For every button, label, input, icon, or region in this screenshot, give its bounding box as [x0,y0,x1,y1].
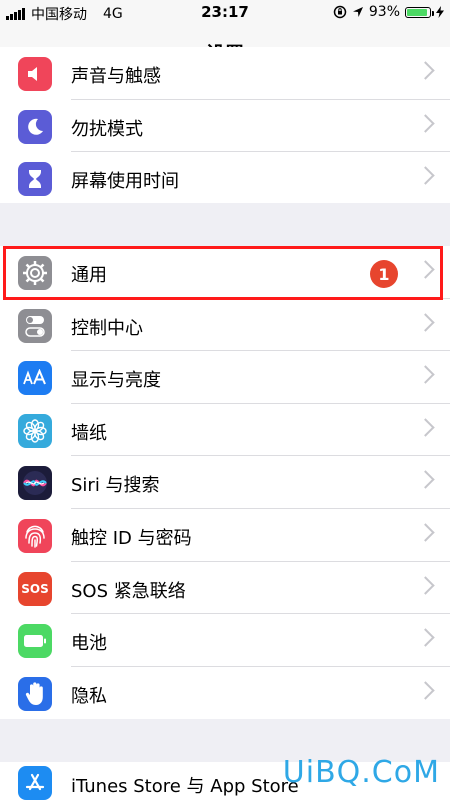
location-icon [352,7,363,17]
chevron-right-icon [416,260,435,279]
hourglass-icon [18,162,52,197]
sound-icon [18,57,52,91]
settings-row-display[interactable]: 显示与亮度 [0,351,450,404]
settings-row-label: 屏幕使用时间 [71,171,179,193]
battery-percent: 93% [368,4,400,20]
settings-row-sounds[interactable]: 声音与触感 [0,47,450,100]
toggle-icon [18,308,52,343]
settings-row-label: Siri 与搜索 [71,475,160,497]
settings-row-do-not-disturb[interactable]: 勿扰模式 [0,100,450,153]
fingerprint-icon [18,518,52,553]
sos-icon: SOS [18,571,52,606]
settings-row-touch-id[interactable]: 触控 ID 与密码 [0,509,450,562]
moon-icon [18,109,52,144]
siri-icon [18,466,52,501]
chevron-right-icon [416,470,435,490]
gear-icon [18,256,52,290]
settings-row-siri[interactable]: Siri 与搜索 [0,456,450,509]
text-size-icon [18,361,52,396]
chevron-right-icon [416,418,435,437]
chevron-right-icon [416,166,435,185]
flower-icon [18,413,52,448]
notification-badge: 1 [370,260,398,288]
settings-row-emergency-sos[interactable]: SOS SOS 紧急联络 [0,562,450,615]
settings-row-label: 触控 ID 与密码 [71,527,192,549]
charging-icon [436,6,444,18]
chevron-right-icon [416,113,435,133]
settings-row-screen-time[interactable]: 屏幕使用时间 [0,152,450,203]
hand-icon [18,676,52,711]
settings-row-label: 通用 [71,265,107,286]
settings-group-1: 声音与触感 勿扰模式 屏幕使用时间 [0,47,450,203]
chevron-right-icon [416,312,435,332]
battery-icon [405,6,434,18]
chevron-right-icon [416,575,435,595]
settings-row-label: 控制中心 [71,317,143,339]
status-right: 93% [333,4,444,20]
settings-row-label: 隐私 [71,685,107,707]
chevron-right-icon [416,365,435,384]
settings-group-2: 通用 1 控制中心 显示与亮度 墙纸 Siri 与搜索 触控 ID 与密码 SO… [0,246,450,719]
chevron-right-icon [416,628,435,647]
orientation-lock-icon [333,5,347,19]
watermark: UiBQ.CoM [282,755,440,790]
settings-row-general[interactable]: 通用 1 [0,246,450,299]
battery-icon [18,624,52,659]
sos-icon-text: SOS [21,581,49,596]
status-bar: 中国移动 4G 23:17 93% [0,0,450,26]
settings-row-label: 墙纸 [71,422,107,444]
settings-row-wallpaper[interactable]: 墙纸 [0,404,450,457]
settings-row-label: 显示与亮度 [71,370,161,392]
settings-row-label: 声音与触感 [71,66,161,87]
battery-fill [407,8,428,16]
settings-row-control-center[interactable]: 控制中心 [0,299,450,352]
settings-row-battery[interactable]: 电池 [0,614,450,667]
chevron-right-icon [416,523,435,542]
settings-row-label: iTunes Store 与 App Store [71,776,299,797]
chevron-right-icon [416,681,435,700]
chevron-right-icon [416,61,435,80]
settings-row-label: 电池 [71,633,107,655]
settings-row-label: 勿扰模式 [71,118,143,140]
app-store-icon [18,766,52,800]
settings-row-privacy[interactable]: 隐私 [0,667,450,720]
settings-row-label: SOS 紧急联络 [71,580,186,602]
